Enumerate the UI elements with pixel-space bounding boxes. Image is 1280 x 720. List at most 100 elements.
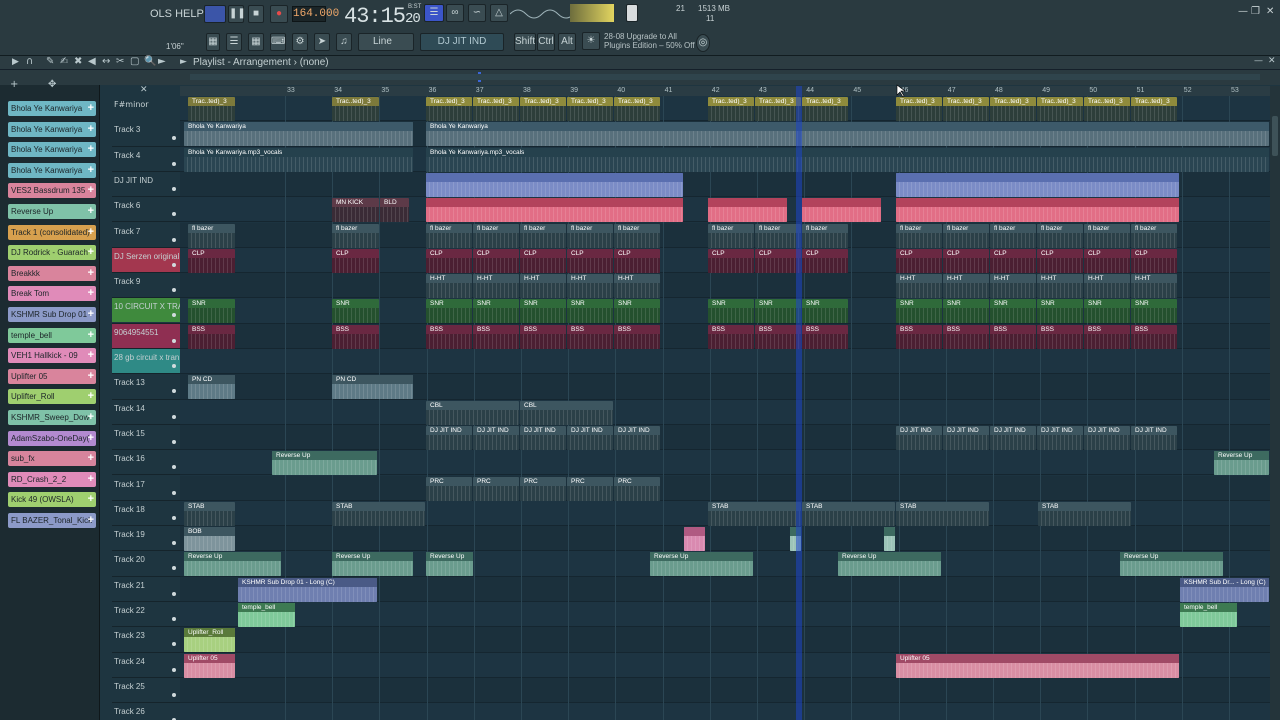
record-button[interactable]: ●	[270, 5, 288, 23]
track-header[interactable]: Track 22	[112, 602, 180, 628]
close-picker-icon[interactable]: ✕	[140, 85, 148, 95]
playlist-clip[interactable]: STAB	[896, 501, 989, 526]
upgrade-banner[interactable]: 28-08 Upgrade to All Plugins Edition – 5…	[604, 32, 695, 50]
picker-item[interactable]: Breakkk +	[8, 265, 96, 281]
playlist-clip[interactable]: Bhola Ye Kanwariya.mp3_vocals	[426, 147, 1269, 172]
track-enable-dot[interactable]	[172, 692, 176, 697]
add-to-playlist-icon[interactable]: +	[88, 307, 94, 322]
playlist-clip[interactable]: DJ JIT IND	[896, 425, 942, 450]
playlist-clip[interactable]: CLP	[896, 248, 942, 273]
playlist-clip[interactable]: CLP	[188, 248, 235, 273]
track-enable-dot[interactable]	[172, 617, 176, 621]
playlist-clip[interactable]: fl bazer	[332, 223, 379, 248]
track-enable-dot[interactable]	[172, 642, 176, 647]
track-header[interactable]: Track 23	[112, 627, 180, 653]
track-header[interactable]: Track 26	[112, 703, 180, 720]
track-enable-dot[interactable]	[172, 566, 176, 571]
playlist-clip[interactable]: H-HT	[614, 274, 660, 299]
playlist-clip[interactable]: Trac..ted)_3	[332, 97, 379, 121]
track-enable-dot[interactable]	[172, 414, 176, 419]
slip-tool-icon[interactable]: ↔	[102, 56, 110, 67]
playlist-clip[interactable]: H-HT	[943, 274, 989, 299]
playlist-clip[interactable]: Reverse Up	[332, 552, 413, 577]
brush-tool-icon[interactable]: ✍	[60, 56, 68, 67]
playback-tool-icon[interactable]: ►	[158, 56, 166, 67]
mic-button[interactable]: ♫	[336, 33, 352, 51]
add-to-playlist-icon[interactable]: +	[88, 492, 94, 507]
track-header[interactable]: Track 15	[112, 425, 180, 451]
track-enable-dot[interactable]	[172, 262, 176, 267]
playlist-clip[interactable]: CLP	[473, 248, 519, 273]
playlist-clip[interactable]: BSS	[1084, 324, 1130, 349]
picker-item[interactable]: Bhola Ye Kanwariya +	[8, 162, 96, 178]
playlist-clip[interactable]: BOB	[184, 527, 235, 552]
add-to-playlist-icon[interactable]: +	[88, 410, 94, 425]
track-header[interactable]: Track 4	[112, 147, 180, 172]
pause-button[interactable]: ❚❚	[228, 5, 246, 23]
playlist-clip[interactable]: fl bazer	[188, 223, 235, 248]
add-to-playlist-icon[interactable]: +	[88, 369, 94, 384]
playlist-clip[interactable]: Uplifter 05	[896, 653, 1179, 678]
shift-key-button[interactable]: Shift	[514, 33, 536, 51]
playlist-clip[interactable]: Reverse Up	[838, 552, 941, 577]
playlist-clip[interactable]: Uplifter 05	[184, 653, 235, 678]
track-header[interactable]: 28 gb circuit x tran	[112, 349, 180, 375]
add-icon[interactable]: +	[10, 79, 18, 90]
playlist-clip[interactable]	[426, 172, 683, 197]
playlist-clip[interactable]: H-HT	[990, 274, 1036, 299]
playlist-clip[interactable]: SNR	[614, 299, 660, 324]
track-enable-dot[interactable]	[172, 667, 176, 672]
pattern-selector[interactable]: DJ JIT IND	[420, 33, 504, 51]
playlist-clip[interactable]	[896, 198, 1179, 223]
playlist-clip[interactable]: BSS	[520, 324, 566, 349]
playlist-clip[interactable]: PN CD	[332, 375, 413, 400]
playlist-clip[interactable]: PRC	[426, 476, 472, 501]
playlist-clip[interactable]: CLP	[614, 248, 660, 273]
playlist-clip[interactable]: BSS	[426, 324, 472, 349]
picker-item[interactable]: Bhola Ye Kanwariya +	[8, 142, 96, 158]
track-header[interactable]: Track 20	[112, 551, 180, 577]
playlist-clip[interactable]: CLP	[1037, 248, 1083, 273]
playlist-clip[interactable]: BSS	[188, 324, 235, 349]
playlist-clip[interactable]: Trac..ted)_3	[1037, 97, 1083, 121]
delete-tool-icon[interactable]: ✖	[74, 56, 82, 67]
playlist-clip[interactable]: SNR	[188, 299, 235, 324]
track-row[interactable]	[180, 703, 1270, 720]
playlist-clip[interactable]: BSS	[990, 324, 1036, 349]
track-enable-dot[interactable]	[172, 591, 176, 596]
track-header[interactable]: Track 9	[112, 273, 180, 299]
alt-key-button[interactable]: Alt	[558, 33, 576, 51]
playlist-clip[interactable]: BSS	[755, 324, 801, 349]
playlist-clip[interactable]: fl bazer	[1131, 223, 1177, 248]
restore-icon[interactable]: ❐	[1251, 6, 1260, 17]
track-row[interactable]	[180, 349, 1270, 375]
playlist-clip[interactable]: Trac..ted)_3	[614, 97, 660, 121]
playlist-clip[interactable]: temple_bell	[238, 603, 295, 627]
add-to-playlist-icon[interactable]: +	[88, 163, 94, 178]
playlist-clip[interactable]: PRC	[614, 476, 660, 501]
track-header[interactable]: Track 18	[112, 501, 180, 527]
playlist-clip[interactable]: H-HT	[426, 274, 472, 299]
track-row[interactable]	[180, 399, 1270, 425]
track-header[interactable]: Track 25	[112, 678, 180, 704]
playlist-clip[interactable]: BSS	[896, 324, 942, 349]
playlist-clip[interactable]: CLP	[990, 248, 1036, 273]
countdown-button[interactable]: ∽	[468, 4, 486, 22]
track-enable-dot[interactable]	[172, 161, 176, 166]
track-row[interactable]	[180, 677, 1270, 704]
track-header[interactable]: Track 19	[112, 526, 180, 552]
playlist-clip[interactable]: Bhola Ye Kanwariya.mp3_vocals	[184, 147, 413, 172]
playlist-clip[interactable]: fl bazer	[708, 223, 754, 248]
overview-strip[interactable]	[190, 74, 1260, 80]
add-to-playlist-icon[interactable]: +	[88, 286, 94, 301]
add-to-playlist-icon[interactable]: +	[88, 183, 94, 198]
track-header[interactable]: Track 3	[112, 121, 180, 147]
playlist-clip[interactable]: temple_bell	[1180, 603, 1237, 627]
playlist-clip[interactable]: DJ JIT IND	[1037, 425, 1083, 450]
globe-icon[interactable]: ◎	[696, 34, 710, 52]
playlist-clip[interactable]: fl bazer	[755, 223, 801, 248]
playlist-clip[interactable]: CBL	[426, 400, 519, 425]
playlist-clip[interactable]: Reverse Up	[650, 552, 753, 577]
minimize-icon[interactable]: —	[1238, 6, 1248, 17]
track-header[interactable]: Track 21	[112, 577, 180, 602]
